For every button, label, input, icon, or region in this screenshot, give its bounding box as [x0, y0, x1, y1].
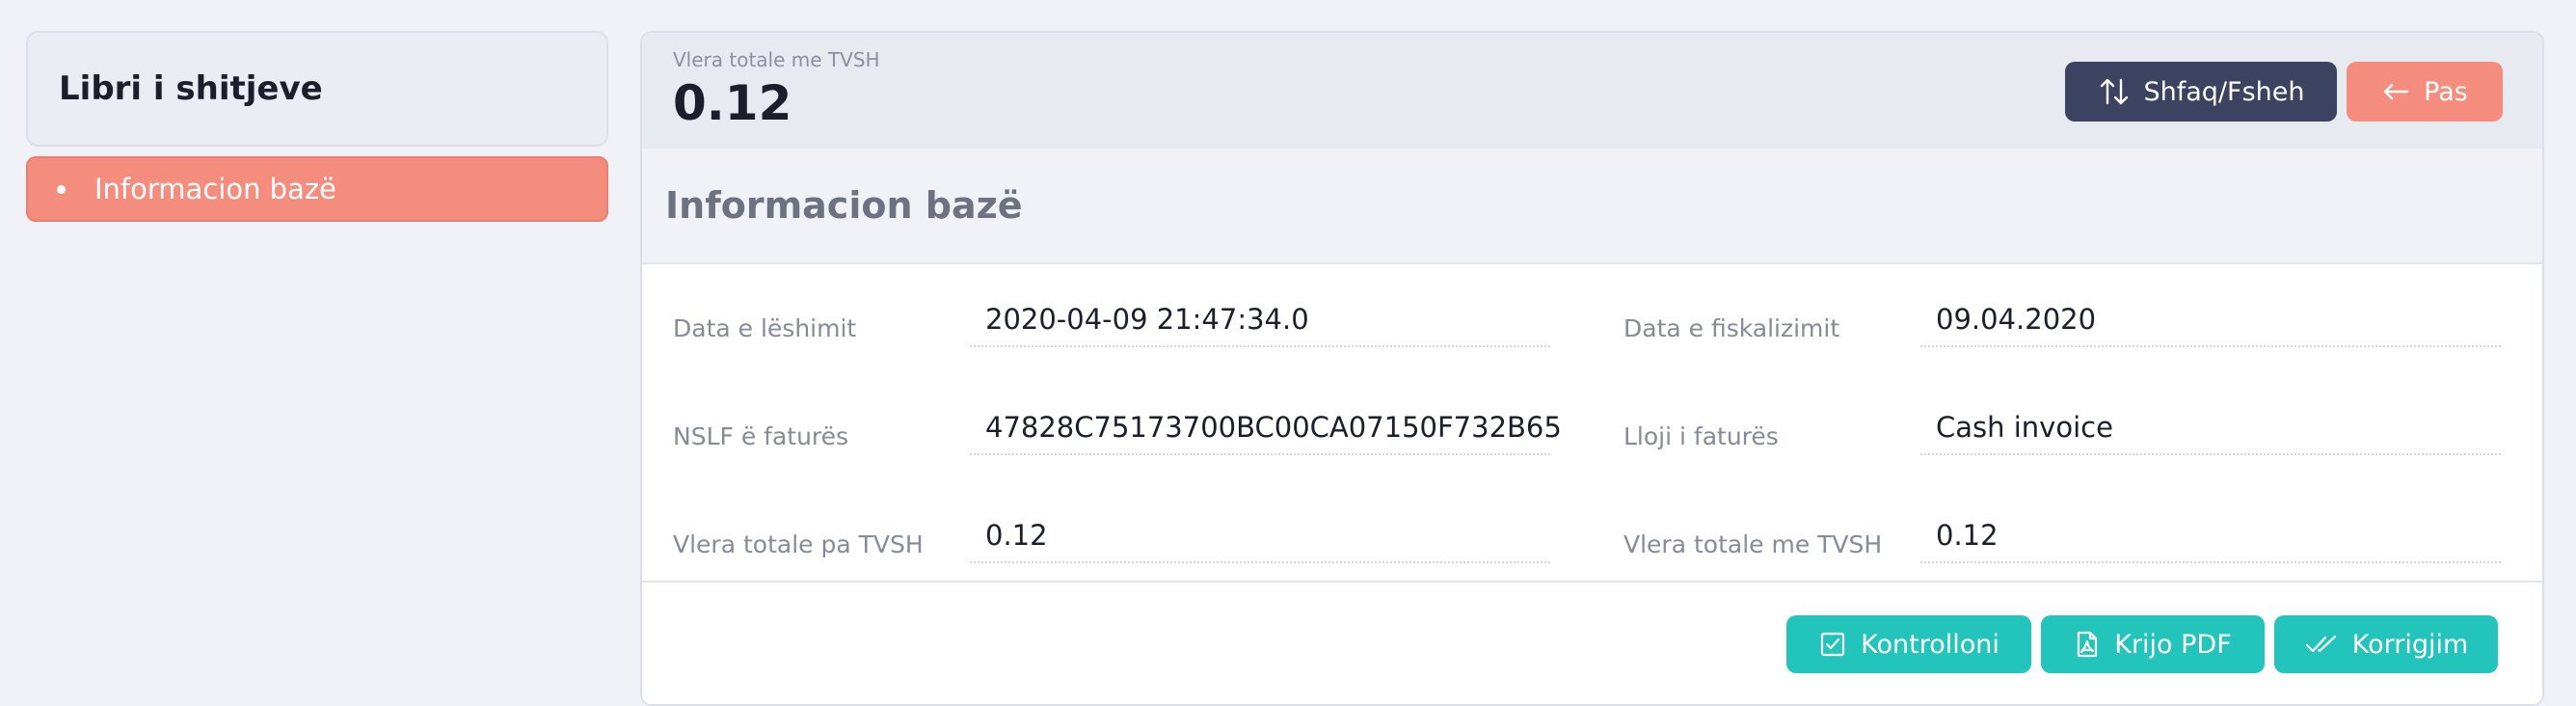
field-label-issue-date: Data e lëshimit: [673, 314, 857, 342]
total-caption: Vlera totale me TVSH: [673, 48, 880, 71]
field-label-total-no-vat: Vlera totale pa TVSH: [673, 530, 924, 558]
sidebar-item-informacion-baze[interactable]: Informacion bazë: [26, 156, 608, 222]
field-label-nslf: NSLF ë faturës: [673, 422, 849, 450]
field-value-nslf: 47828C75173700BC00CA07150F732B65: [970, 399, 1562, 455]
sort-arrows-icon: [2100, 78, 2128, 105]
create-pdf-button-label: Krijo PDF: [2114, 629, 2232, 660]
field-value-total-no-vat: 0.12: [970, 507, 1550, 563]
double-check-icon: [2305, 635, 2336, 653]
fields-grid: Data e lëshimit 2020-04-09 21:47:34.0 Da…: [642, 264, 2542, 583]
check-button[interactable]: Kontrolloni: [1786, 615, 2031, 673]
main-header: Vlera totale me TVSH 0.12 Shfaq/Fsheh Pa…: [642, 33, 2542, 149]
total-value: 0.12: [673, 75, 792, 131]
pdf-file-icon: [2078, 631, 2098, 658]
back-button-label: Pas: [2424, 76, 2468, 107]
action-footer: Kontrolloni Krijo PDF Korrigjim: [642, 581, 2542, 704]
section-header: Informacion bazë: [642, 149, 2542, 264]
checkbox-icon: [1821, 632, 1845, 657]
toggle-button-label: Shfaq/Fsheh: [2143, 76, 2305, 107]
section-title: Informacion bazë: [665, 184, 1023, 227]
field-value-invoice-type: Cash invoice: [1920, 399, 2501, 455]
sidebar-title-card: Libri i shitjeve: [26, 31, 608, 147]
field-label-invoice-type: Lloji i faturës: [1623, 422, 1779, 450]
field-label-fiscal-date: Data e fiskalizimit: [1623, 314, 1840, 342]
field-label-total-with-vat: Vlera totale me TVSH: [1623, 530, 1883, 558]
sidebar: Libri i shitjeve Informacion bazë: [26, 31, 608, 222]
correction-button-label: Korrigjim: [2351, 629, 2469, 660]
check-button-label: Kontrolloni: [1861, 629, 1999, 660]
main-panel: Vlera totale me TVSH 0.12 Shfaq/Fsheh Pa…: [640, 31, 2544, 706]
back-button[interactable]: Pas: [2347, 62, 2503, 122]
field-value-total-with-vat: 0.12: [1920, 507, 2501, 563]
arrow-left-icon: [2383, 83, 2409, 100]
correction-button[interactable]: Korrigjim: [2274, 615, 2498, 673]
toggle-button[interactable]: Shfaq/Fsheh: [2065, 62, 2337, 122]
create-pdf-button[interactable]: Krijo PDF: [2041, 615, 2265, 673]
sidebar-title: Libri i shitjeve: [59, 69, 323, 108]
field-value-fiscal-date: 09.04.2020: [1920, 291, 2501, 347]
bullet-icon: [57, 184, 66, 194]
field-value-issue-date: 2020-04-09 21:47:34.0: [970, 291, 1550, 347]
sidebar-item-label: Informacion bazë: [94, 173, 336, 205]
